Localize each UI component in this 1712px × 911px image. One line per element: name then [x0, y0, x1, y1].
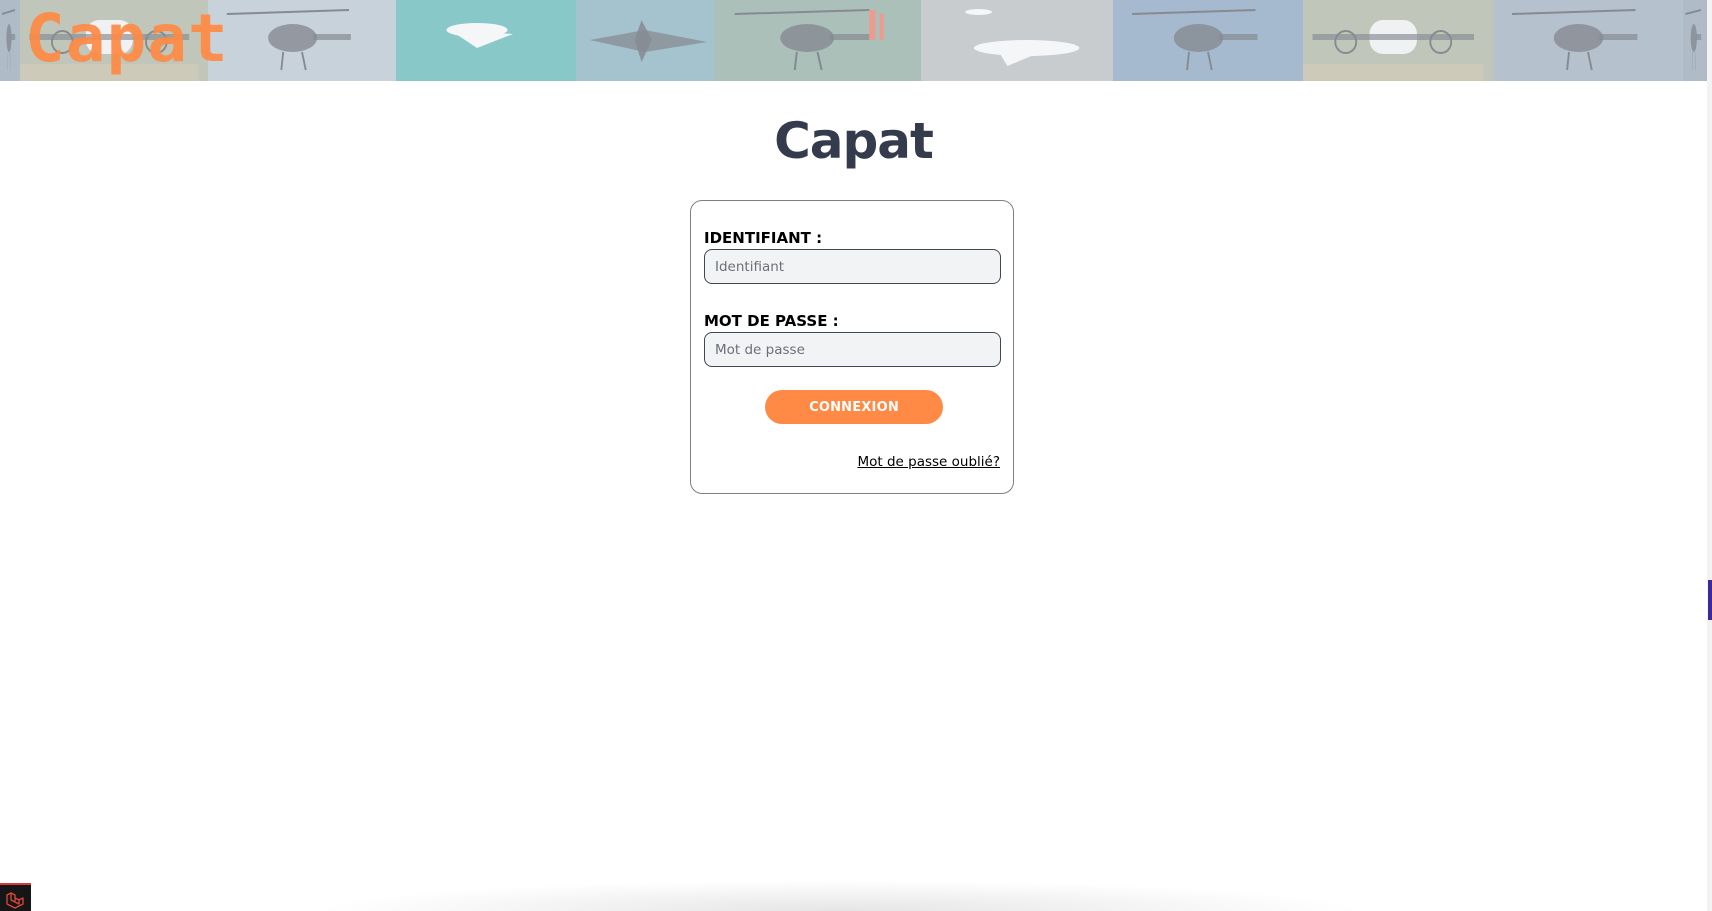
scrollbar-thumb[interactable]	[1708, 580, 1712, 620]
forgot-password-link[interactable]: Mot de passe oublié?	[857, 453, 1000, 471]
header-banner: Capat	[0, 0, 1707, 81]
helicopter-photo-icon	[0, 0, 20, 81]
banner-logo[interactable]: Capat	[25, 0, 229, 81]
jet-over-sea-photo-icon	[396, 0, 576, 81]
helicopter-photo-icon	[1113, 0, 1303, 81]
helicopter-photo-icon	[208, 0, 396, 81]
banner-photo-strip	[0, 0, 1707, 81]
password-input[interactable]	[704, 332, 1001, 367]
scrollbar-track[interactable]	[1707, 0, 1712, 911]
identifier-label: IDENTIFIANT :	[704, 229, 823, 247]
helicopter-photo-icon	[1683, 0, 1707, 81]
fighter-jet-photo-icon	[576, 0, 714, 81]
business-jet-photo-icon	[921, 0, 1113, 81]
rescue-helicopter-photo-icon	[714, 0, 921, 81]
laravel-icon	[6, 892, 24, 909]
propeller-aircraft-photo-icon	[1303, 0, 1493, 81]
login-form: IDENTIFIANT : MOT DE PASSE : CONNEXION M…	[690, 200, 1014, 494]
password-label: MOT DE PASSE :	[704, 312, 839, 330]
debug-toolbar-toggle[interactable]	[0, 883, 31, 911]
page-title: Capat	[774, 112, 934, 170]
helicopter-photo-icon	[1493, 0, 1683, 81]
login-button[interactable]: CONNEXION	[765, 390, 943, 424]
identifier-input[interactable]	[704, 249, 1001, 284]
bottom-shadow	[310, 880, 1370, 911]
